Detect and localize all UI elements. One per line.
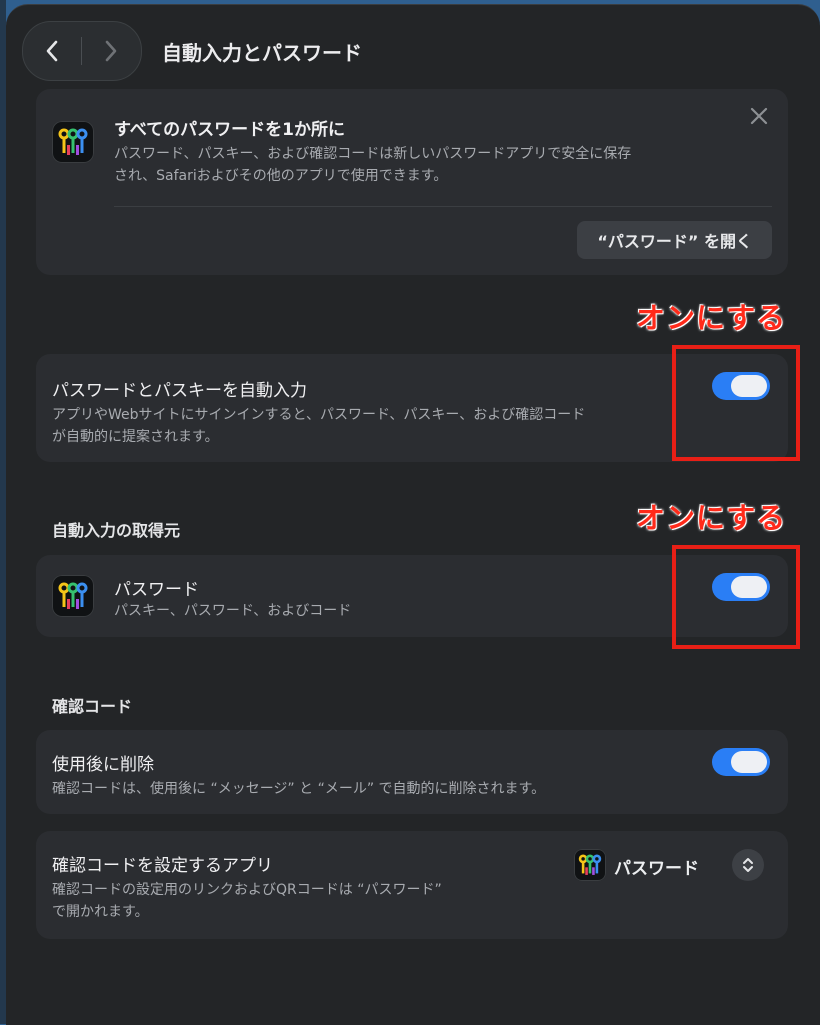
passwords-banner: すべてのパスワードを1か所に パスワード、パスキー、および確認コードは新しいパス… (36, 89, 788, 275)
back-button[interactable] (23, 22, 81, 80)
passwords-app-icon (52, 575, 94, 617)
chevron-right-icon (105, 40, 117, 62)
setup-app-description-line1: 確認コードの設定用のリンクおよびQRコードは “パスワード” (52, 882, 442, 898)
setup-app-row: 確認コードを設定するアプリ 確認コードの設定用のリンクおよびQRコードは “パス… (36, 831, 788, 939)
toggle-knob (731, 751, 767, 773)
annotation-highlight-box-2 (672, 545, 800, 649)
autofill-description-line1: アプリやWebサイトにサインインすると、パスワード、パスキー、および確認コード (52, 407, 586, 423)
delete-after-use-title: 使用後に削除 (52, 755, 154, 775)
banner-title: すべてのパスワードを1か所に (114, 120, 345, 140)
chevron-left-icon (46, 40, 58, 62)
delete-after-use-toggle[interactable] (712, 748, 770, 776)
annotation-turn-on-1: オンにする (636, 301, 787, 335)
delete-after-use-description: 確認コードは、使用後に “メッセージ” と “メール” で自動的に削除されます。 (52, 781, 546, 797)
close-banner-button[interactable] (748, 105, 770, 127)
navigation-buttons (22, 21, 142, 81)
close-icon (750, 107, 768, 125)
autofill-description-line2: が自動的に提案されます。 (52, 429, 219, 445)
forward-button[interactable] (82, 22, 140, 80)
setup-app-title: 確認コードを設定するアプリ (52, 856, 273, 876)
setup-app-selector[interactable]: パスワード (574, 847, 774, 883)
passwords-app-icon (52, 121, 94, 163)
banner-description-line1: パスワード、パスキー、および確認コードは新しいパスワードアプリで安全に保存 (114, 146, 632, 162)
setup-app-selected-value: パスワード (614, 859, 699, 879)
codes-header: 確認コード (52, 697, 133, 716)
annotation-highlight-box-1 (672, 345, 800, 461)
banner-description-line2: され、Safariおよびその他のアプリで使用できます。 (114, 168, 448, 184)
annotation-turn-on-2: オンにする (636, 501, 787, 535)
page-title: 自動入力とパスワード (162, 41, 362, 65)
sources-header: 自動入力の取得元 (52, 521, 181, 540)
setup-app-stepper[interactable] (732, 849, 764, 881)
source-subtitle: パスキー、パスワード、およびコード (114, 603, 352, 619)
banner-divider (114, 206, 772, 207)
up-down-chevron-icon (743, 858, 753, 872)
passwords-app-icon (574, 849, 606, 881)
source-title: パスワード (114, 580, 199, 600)
delete-after-use-row: 使用後に削除 確認コードは、使用後に “メッセージ” と “メール” で自動的に… (36, 730, 788, 814)
open-passwords-button[interactable]: “パスワード” を開く (577, 221, 772, 259)
setup-app-description-line2: で開かれます。 (52, 904, 149, 920)
settings-window: 自動入力とパスワード すべてのパスワードを1か所に パスワード、パスキー、および… (6, 4, 820, 1025)
autofill-title: パスワードとパスキーを自動入力 (52, 381, 307, 401)
